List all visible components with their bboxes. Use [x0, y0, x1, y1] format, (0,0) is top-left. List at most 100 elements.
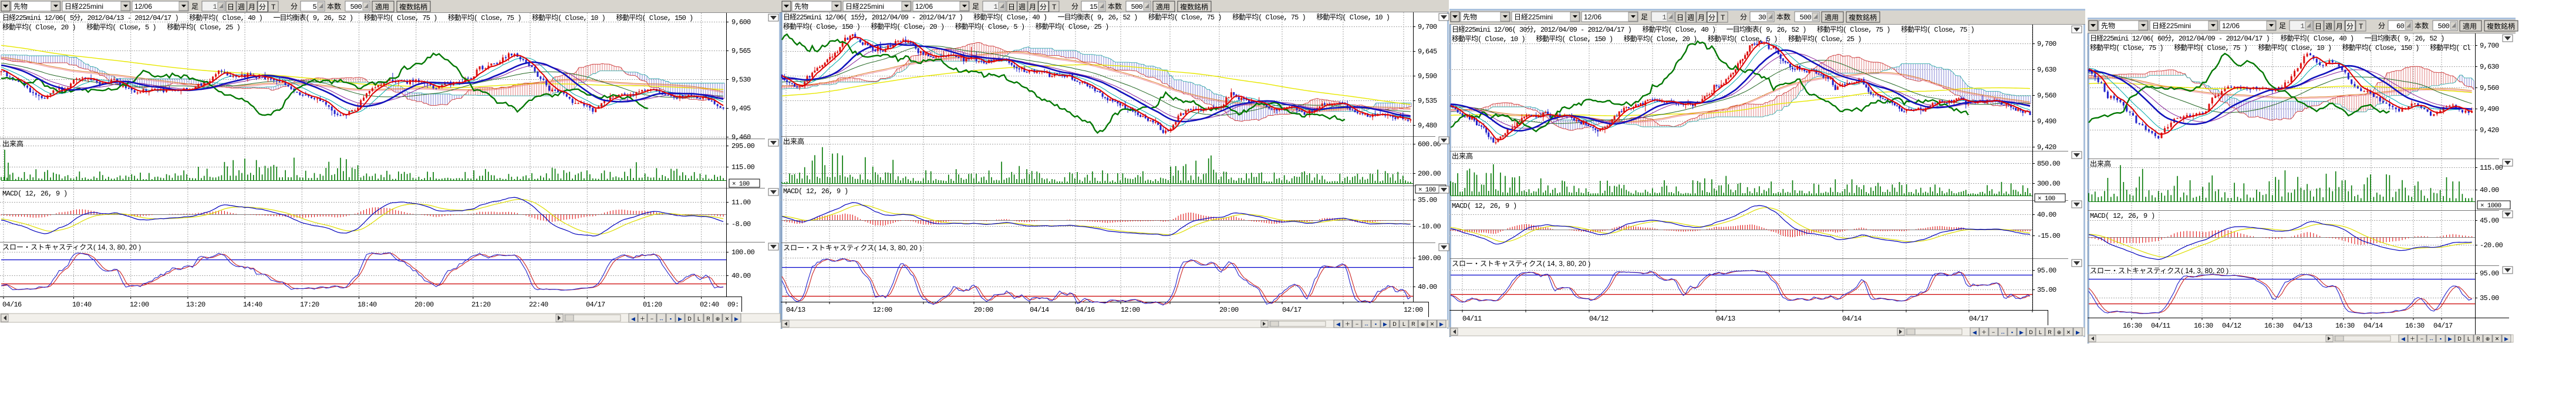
svg-text:スロー・ストキャスティクス( 14, 3, 80, 20 ): スロー・ストキャスティクス( 14, 3, 80, 20 ): [2090, 267, 2228, 275]
svg-text:先物: 先物: [2101, 22, 2115, 30]
svg-text:足: 足: [2279, 22, 2286, 30]
svg-text:分: 分: [1040, 3, 1047, 11]
svg-text:◀: ◀: [1336, 321, 1340, 327]
svg-text:本数: 本数: [1108, 2, 1122, 11]
svg-text:12:00: 12:00: [1404, 306, 1423, 314]
svg-text:複数銘柄: 複数銘柄: [399, 2, 427, 11]
svg-text:L: L: [697, 316, 700, 322]
svg-text:出来高: 出来高: [783, 137, 804, 146]
svg-text:18:40: 18:40: [358, 301, 377, 309]
svg-text:⊕: ⊕: [1421, 321, 1425, 327]
svg-text:500: 500: [2437, 22, 2449, 31]
svg-text:⊕: ⊕: [2486, 336, 2490, 342]
svg-text:月: 月: [1029, 3, 1036, 11]
svg-text:9,645: 9,645: [1418, 48, 1437, 56]
svg-text:100.00: 100.00: [731, 248, 755, 257]
svg-text:850.00: 850.00: [2037, 160, 2061, 168]
svg-text:100.00: 100.00: [1418, 254, 1441, 262]
svg-text:9,700: 9,700: [2037, 40, 2056, 48]
svg-text:⊕: ⊕: [2057, 329, 2062, 335]
svg-text:16:30: 16:30: [2405, 322, 2425, 330]
svg-text:適用: 適用: [1156, 2, 1170, 11]
svg-text:月: 月: [248, 3, 255, 11]
svg-text:▶: ▶: [1383, 321, 1387, 327]
svg-text:足: 足: [972, 2, 979, 11]
svg-text:09:: 09:: [727, 301, 739, 309]
svg-text:1: 1: [213, 3, 217, 11]
svg-text:12:00: 12:00: [873, 306, 892, 314]
svg-text:22:40: 22:40: [529, 301, 548, 309]
svg-text:60: 60: [2396, 22, 2405, 31]
svg-text:日: 日: [2315, 22, 2322, 31]
svg-text:分: 分: [1708, 14, 1715, 22]
svg-text:115.00: 115.00: [731, 163, 755, 171]
svg-text:20:00: 20:00: [1219, 306, 1239, 314]
svg-text:45.00: 45.00: [2480, 217, 2499, 225]
svg-text:5: 5: [312, 3, 316, 11]
svg-text:16:30: 16:30: [2264, 322, 2284, 330]
svg-text:-10.00: -10.00: [1418, 223, 1441, 231]
svg-text:12:00: 12:00: [1121, 306, 1140, 314]
svg-text:▶: ▶: [2504, 336, 2508, 342]
svg-text:MACD( 12, 26, 9 ): MACD( 12, 26, 9 ): [1452, 202, 1517, 210]
svg-text:＋: ＋: [1345, 321, 1350, 327]
svg-text:9,560: 9,560: [2480, 84, 2499, 92]
svg-text:MACD( 12, 26, 9 ): MACD( 12, 26, 9 ): [2, 190, 68, 198]
svg-text:本数: 本数: [327, 2, 341, 11]
svg-text:9,630: 9,630: [2037, 66, 2056, 74]
svg-text:12/06: 12/06: [915, 2, 933, 11]
svg-text:9,480: 9,480: [1418, 122, 1437, 130]
svg-text:月: 月: [2336, 22, 2343, 31]
svg-text:分: 分: [291, 2, 298, 11]
svg-text:◀: ◀: [631, 316, 635, 322]
svg-text:移動平均( Close, 20 ) 移動平均( Clos: 移動平均( Close, 20 ) 移動平均( Close, 5 ) 移動平均(…: [2, 23, 240, 32]
svg-text:⊕: ⊕: [716, 316, 720, 322]
svg-text:↔: ↔: [659, 316, 664, 322]
svg-text:R: R: [2048, 329, 2052, 335]
svg-text:適用: 適用: [2463, 22, 2477, 31]
svg-text:▶: ▶: [1439, 321, 1444, 327]
svg-text:移動平均( Close, 10 ) 移動平均( Clos: 移動平均( Close, 10 ) 移動平均( Close, 150 ) 移動平…: [1452, 35, 1862, 43]
svg-text:14:40: 14:40: [243, 301, 262, 309]
svg-text:日経225mini: 日経225mini: [1514, 13, 1553, 21]
svg-text:日: 日: [1677, 14, 1684, 22]
svg-text:▪: ▪: [2440, 336, 2442, 342]
svg-text:04/14: 04/14: [1030, 306, 1049, 314]
svg-text:↔: ↔: [2000, 329, 2005, 335]
svg-text:9,535: 9,535: [1418, 97, 1437, 105]
svg-text:9,490: 9,490: [2037, 117, 2056, 126]
svg-text:スロー・ストキャスティクス( 14, 3, 80, 20 ): スロー・ストキャスティクス( 14, 3, 80, 20 ): [783, 244, 922, 252]
svg-text:300.00: 300.00: [2037, 180, 2061, 188]
svg-text:21:20: 21:20: [471, 301, 491, 309]
svg-text:日経225mini 12/06( 60分, 2012/04/: 日経225mini 12/06( 60分, 2012/04/09 - 2012/…: [2090, 34, 2444, 43]
svg-text:1: 1: [1662, 14, 1666, 22]
svg-text:L: L: [1402, 321, 1405, 327]
svg-text:分: 分: [2346, 22, 2354, 31]
svg-text:9,420: 9,420: [2480, 126, 2499, 134]
svg-text:T: T: [2359, 22, 2363, 31]
svg-text:9,600: 9,600: [731, 18, 751, 26]
svg-text:35.00: 35.00: [2037, 286, 2056, 294]
svg-text:9,560: 9,560: [2037, 92, 2056, 100]
svg-text:16:30: 16:30: [2194, 322, 2213, 330]
svg-text:＋: ＋: [640, 316, 645, 322]
svg-text:分: 分: [2378, 22, 2385, 30]
svg-text:295.00: 295.00: [731, 142, 755, 150]
svg-text:日経225mini 12/06( 15分, 2012/04/: 日経225mini 12/06( 15分, 2012/04/09 - 2012/…: [783, 13, 1390, 22]
svg-text:L: L: [2039, 329, 2042, 335]
svg-text:先物: 先物: [14, 2, 28, 11]
svg-text:04/16: 04/16: [1075, 306, 1095, 314]
svg-text:月: 月: [1698, 14, 1705, 22]
svg-text:日: 日: [1008, 3, 1015, 11]
svg-text:移動平均( Close, 75 ) 移動平均( Clos: 移動平均( Close, 75 ) 移動平均( Close, 75 ) 移動平均…: [2090, 43, 2471, 52]
svg-text:40.00: 40.00: [1418, 283, 1437, 291]
svg-text:15: 15: [1090, 3, 1098, 11]
svg-text:日経225mini 12/06( 30分, 2012/04/: 日経225mini 12/06( 30分, 2012/04/09 - 2012/…: [1452, 25, 1974, 34]
svg-text:× 100: × 100: [1418, 187, 1436, 194]
svg-text:9,700: 9,700: [1418, 23, 1437, 31]
svg-text:＋: ＋: [2410, 336, 2415, 342]
svg-text:9,420: 9,420: [2037, 143, 2056, 151]
svg-text:95.00: 95.00: [2037, 267, 2056, 275]
svg-text:02:40: 02:40: [700, 301, 719, 309]
svg-text:9,630: 9,630: [2480, 63, 2499, 71]
